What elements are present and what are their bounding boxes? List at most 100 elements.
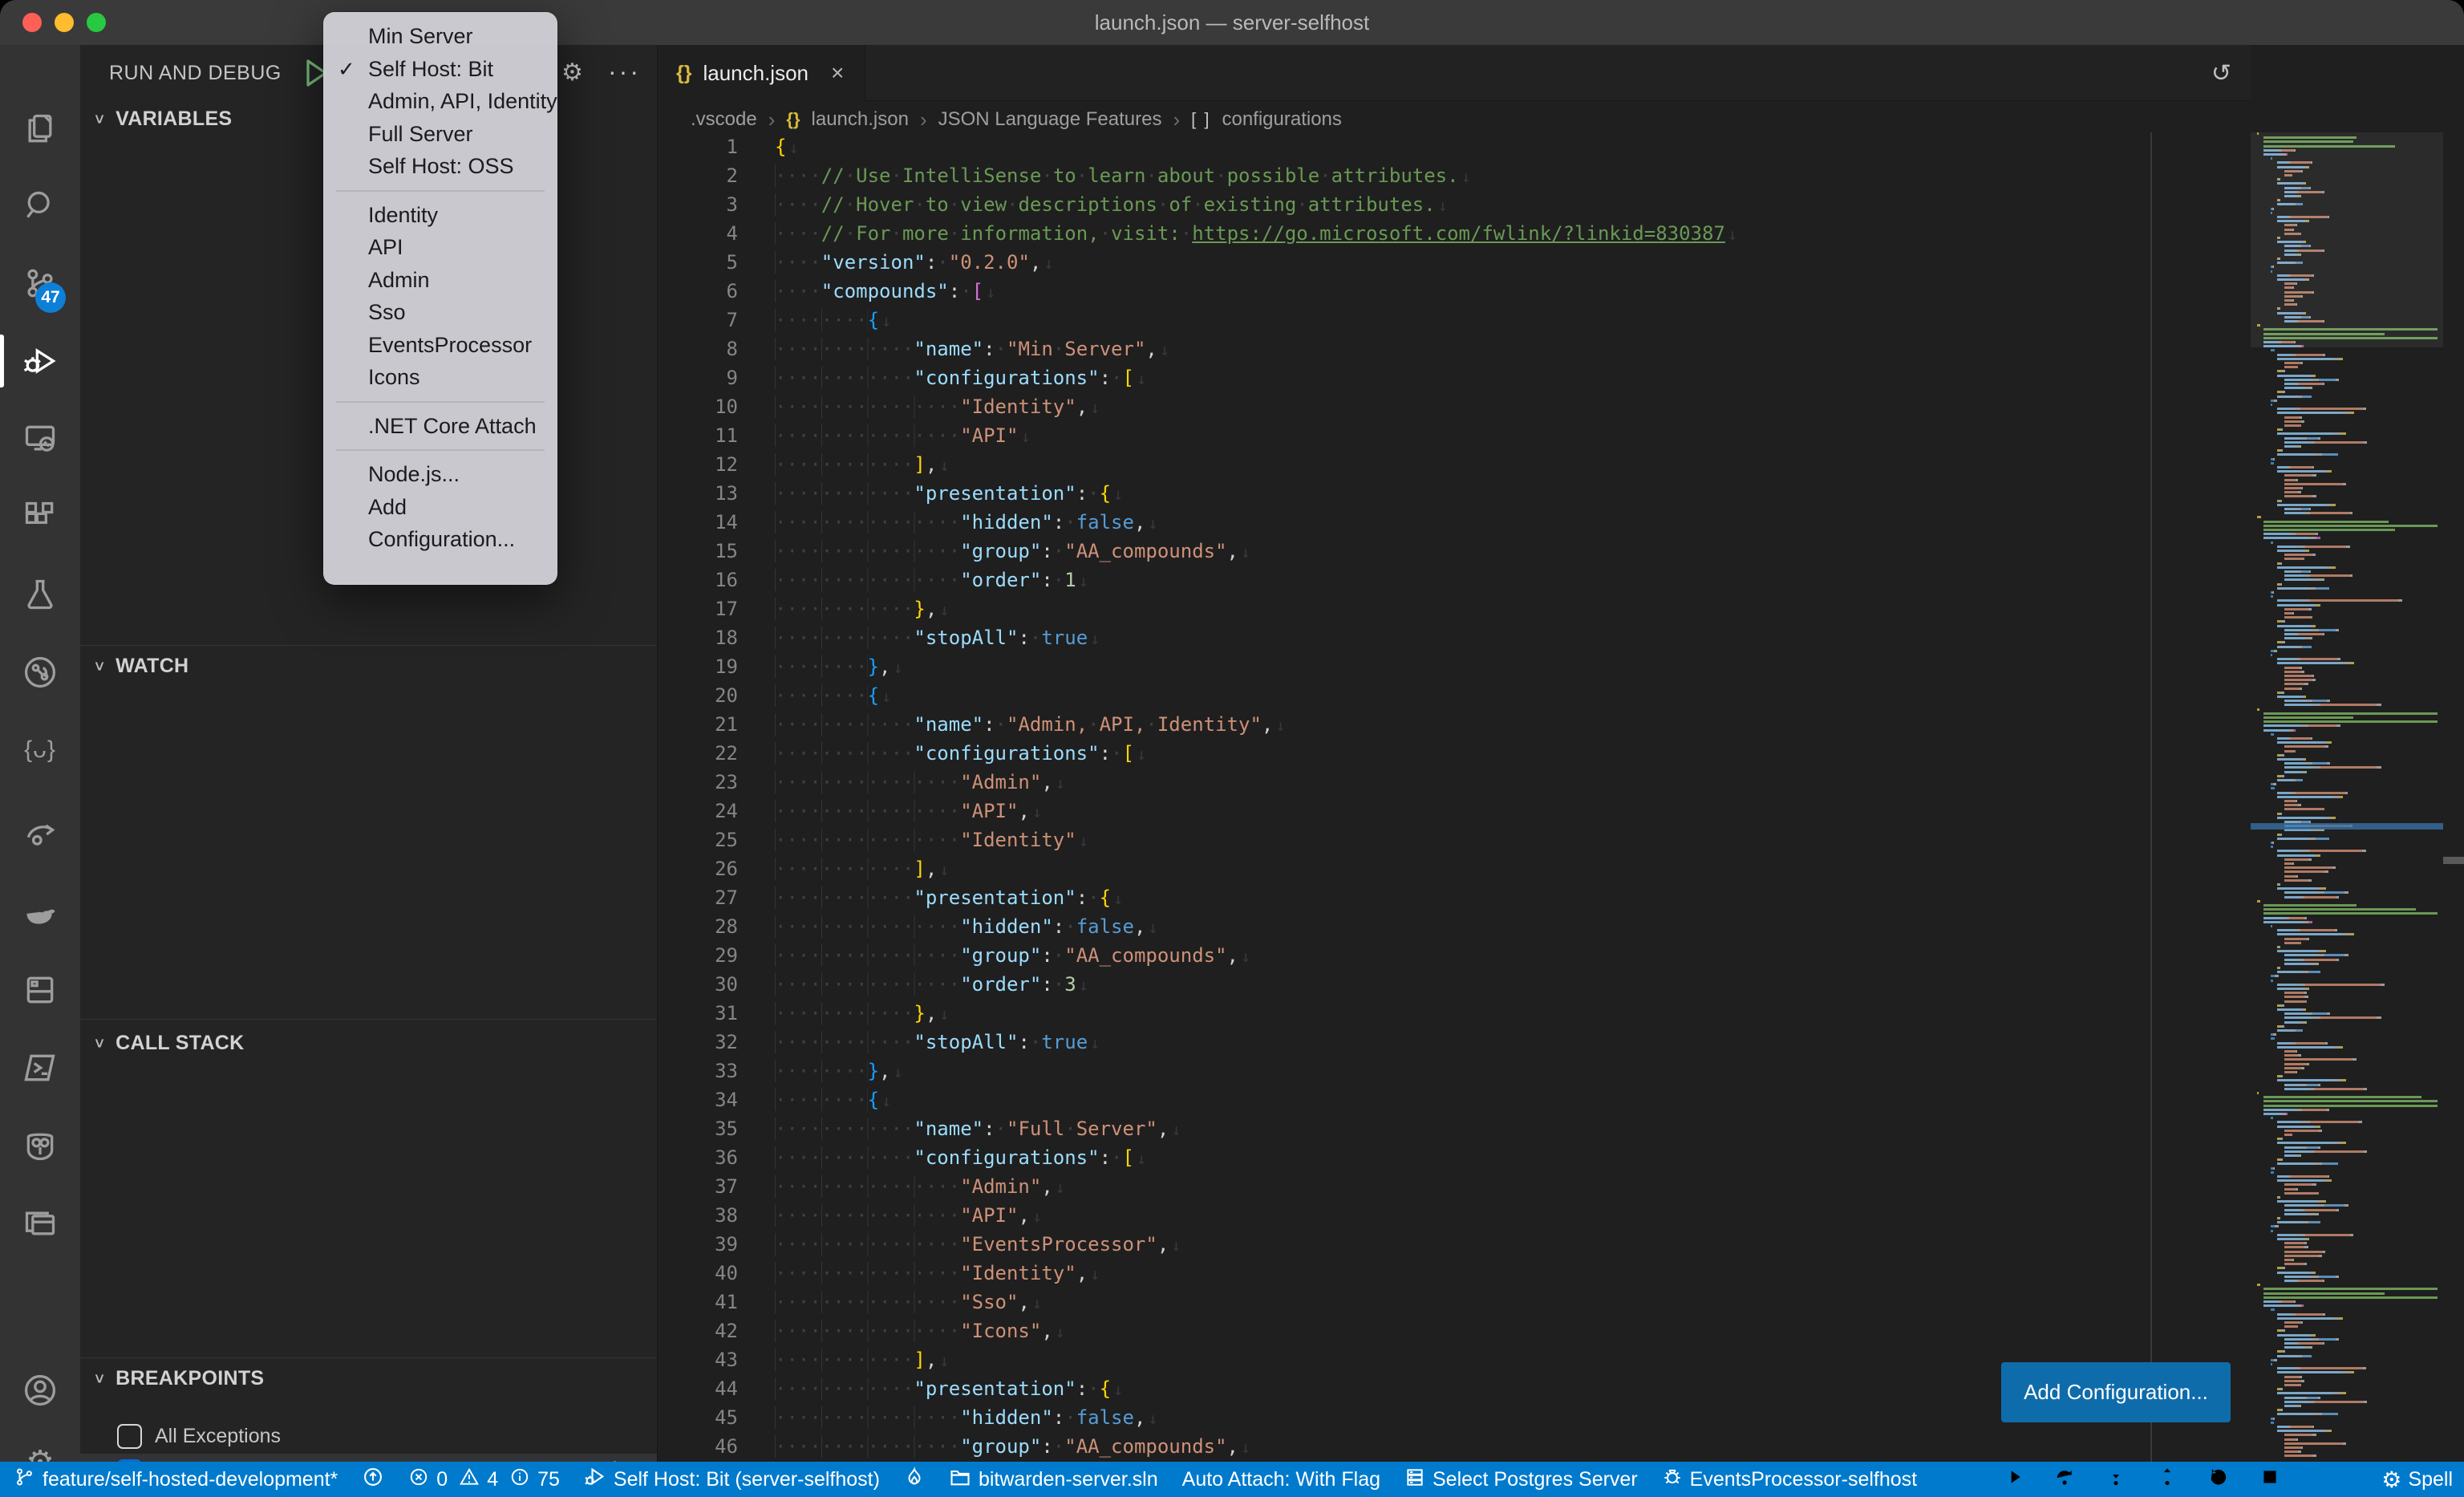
- breadcrumb-item[interactable]: configurations: [1222, 108, 1341, 131]
- code-line[interactable]: 27············"presentation":·{↓: [659, 883, 2251, 912]
- menu-item-node-js[interactable]: Node.js...: [323, 458, 557, 491]
- code-line[interactable]: 41················"Sso",↓: [659, 1288, 2251, 1316]
- section-breakpoints[interactable]: ∨ BREAKPOINTS: [80, 1361, 657, 1396]
- account-icon[interactable]: [0, 1354, 80, 1426]
- stop-icon[interactable]: [2259, 1466, 2281, 1494]
- code-line[interactable]: 39················"EventsProcessor",↓: [659, 1230, 2251, 1259]
- minimap[interactable]: [2251, 45, 2443, 1462]
- database-icon[interactable]: [0, 954, 80, 1026]
- code-line[interactable]: 28················"hidden":·false,↓: [659, 912, 2251, 941]
- step-over-icon[interactable]: [2053, 1466, 2076, 1494]
- code-line[interactable]: 9············"configurations":·[↓: [659, 363, 2251, 392]
- menu-item-add-configuration[interactable]: Add Configuration...: [323, 491, 557, 524]
- overview-ruler[interactable]: [2443, 45, 2464, 1462]
- code-line[interactable]: 15················"group":·"AA_compounds…: [659, 537, 2251, 566]
- code-line[interactable]: 11················"API"↓: [659, 421, 2251, 450]
- menu-item-self-host-bit[interactable]: ✓Self Host: Bit: [323, 53, 557, 86]
- tab-close-icon[interactable]: ×: [831, 60, 844, 86]
- powershell-icon[interactable]: [0, 1032, 80, 1104]
- menu-item-net-core-attach[interactable]: .NET Core Attach: [323, 410, 557, 443]
- code-line[interactable]: 26············],↓: [659, 854, 2251, 883]
- menu-item-api[interactable]: API: [323, 231, 557, 264]
- code-line[interactable]: 46················"group":·"AA_compounds…: [659, 1432, 2251, 1461]
- breadcrumb-item[interactable]: JSON Language Features: [938, 108, 1162, 131]
- breakpoint-row[interactable]: All Exceptions: [80, 1418, 657, 1454]
- continue-icon[interactable]: [2002, 1466, 2024, 1494]
- code-line[interactable]: 18············"stopAll":·true↓: [659, 623, 2251, 652]
- copilot-icon[interactable]: {ᴗ}: [0, 714, 80, 786]
- code-line[interactable]: 10················"Identity",↓: [659, 392, 2251, 421]
- code-line[interactable]: 20········{↓: [659, 681, 2251, 710]
- code-line[interactable]: 16················"order":·1↓: [659, 566, 2251, 594]
- problems-status[interactable]: 04 75: [408, 1467, 560, 1493]
- menu-item-icons[interactable]: Icons: [323, 361, 557, 394]
- code-line[interactable]: 6····"compounds":·[↓: [659, 277, 2251, 306]
- status-item[interactable]: EventsProcessor-selfhost: [1662, 1467, 1917, 1493]
- code-line[interactable]: 40················"Identity",↓: [659, 1259, 2251, 1288]
- tab-launch-json[interactable]: {} launch.json ×: [659, 45, 865, 101]
- minimap-slider[interactable]: [2251, 132, 2443, 347]
- status-item[interactable]: Auto Attach: With Flag: [1182, 1468, 1380, 1491]
- code-line[interactable]: 42················"Icons",↓: [659, 1316, 2251, 1345]
- menu-item-admin[interactable]: Admin: [323, 264, 557, 297]
- code-line[interactable]: 4····//·For·more·information,·visit:·htt…: [659, 219, 2251, 248]
- code-line[interactable]: 25················"Identity"↓: [659, 826, 2251, 854]
- breadcrumb-item[interactable]: launch.json: [812, 108, 909, 131]
- status-item[interactable]: 75: [509, 1467, 560, 1493]
- code-line[interactable]: 31············},↓: [659, 999, 2251, 1028]
- section-call-stack[interactable]: ∨ CALL STACK: [80, 1025, 657, 1061]
- add-configuration-button[interactable]: Add Configuration...: [2001, 1362, 2231, 1422]
- timeline-history-icon[interactable]: ↺: [2211, 59, 2231, 87]
- restart-icon[interactable]: [2207, 1466, 2230, 1494]
- step-into-icon[interactable]: [2105, 1466, 2127, 1494]
- testing-icon[interactable]: [0, 558, 80, 631]
- menu-item-sso[interactable]: Sso: [323, 296, 557, 329]
- code-line[interactable]: 33········},↓: [659, 1057, 2251, 1085]
- status-item[interactable]: [904, 1467, 925, 1493]
- code-line[interactable]: 5····"version":·"0.2.0",↓: [659, 248, 2251, 277]
- code-line[interactable]: 22············"configurations":·[↓: [659, 739, 2251, 768]
- remote-explorer-icon[interactable]: [0, 403, 80, 475]
- code-line[interactable]: 14················"hidden":·false,↓: [659, 508, 2251, 537]
- code-line[interactable]: 30················"order":·3↓: [659, 970, 2251, 999]
- status-item[interactable]: Select Postgres Server: [1404, 1467, 1638, 1493]
- run-and-debug-icon[interactable]: [0, 325, 80, 397]
- code-line[interactable]: 3····//·Hover·to·view·descriptions·of·ex…: [659, 190, 2251, 219]
- step-out-icon[interactable]: [2156, 1466, 2178, 1494]
- code-line[interactable]: 23················"Admin",↓: [659, 768, 2251, 797]
- code-line[interactable]: 1{↓: [659, 132, 2251, 161]
- code-line[interactable]: 36············"configurations":·[↓: [659, 1143, 2251, 1172]
- menu-item-min-server[interactable]: Min Server: [323, 20, 557, 53]
- code-line[interactable]: 2····//·Use·IntelliSense·to·learn·about·…: [659, 161, 2251, 190]
- git-graph-icon[interactable]: [0, 636, 80, 708]
- status-item[interactable]: feature/self-hosted-development*: [14, 1467, 338, 1493]
- explorer-icon[interactable]: [0, 93, 80, 165]
- code-line[interactable]: 38················"API",↓: [659, 1201, 2251, 1230]
- status-item[interactable]: bitwarden-server.sln: [949, 1466, 1158, 1494]
- postgresql-icon[interactable]: [0, 1110, 80, 1182]
- sidebar-more-actions-icon[interactable]: ···: [608, 45, 641, 101]
- menu-item-self-host-oss[interactable]: Self Host: OSS: [323, 150, 557, 183]
- menu-item-identity[interactable]: Identity: [323, 199, 557, 232]
- code-line[interactable]: 7········{↓: [659, 306, 2251, 335]
- debug-settings-gear-icon[interactable]: ⚙: [561, 45, 583, 101]
- code-line[interactable]: 12············],↓: [659, 450, 2251, 479]
- status-item[interactable]: 4: [459, 1467, 498, 1493]
- code-line[interactable]: 35············"name":·"Full·Server",↓: [659, 1114, 2251, 1143]
- pause-icon[interactable]: [1951, 1466, 1973, 1494]
- status-item[interactable]: Self Host: Bit (server-selfhost): [584, 1466, 880, 1494]
- status-item[interactable]: 0: [408, 1467, 448, 1493]
- section-watch[interactable]: ∨ WATCH: [80, 648, 657, 684]
- breadcrumb-item[interactable]: .vscode: [691, 108, 757, 131]
- scrollbar-thumb[interactable]: [2443, 857, 2464, 864]
- search-icon[interactable]: [0, 169, 80, 241]
- code-line[interactable]: 19········},↓: [659, 652, 2251, 681]
- code-line[interactable]: 37················"Admin",↓: [659, 1172, 2251, 1201]
- code-line[interactable]: 17············},↓: [659, 594, 2251, 623]
- window-panels-icon[interactable]: [0, 1187, 80, 1260]
- spell-checker-status[interactable]: ⚙Spell: [2381, 1467, 2453, 1493]
- code-line[interactable]: 13············"presentation":·{↓: [659, 479, 2251, 508]
- code-line[interactable]: 32············"stopAll":·true↓: [659, 1028, 2251, 1057]
- extensions-icon[interactable]: [0, 481, 80, 553]
- docker-icon[interactable]: [0, 876, 80, 948]
